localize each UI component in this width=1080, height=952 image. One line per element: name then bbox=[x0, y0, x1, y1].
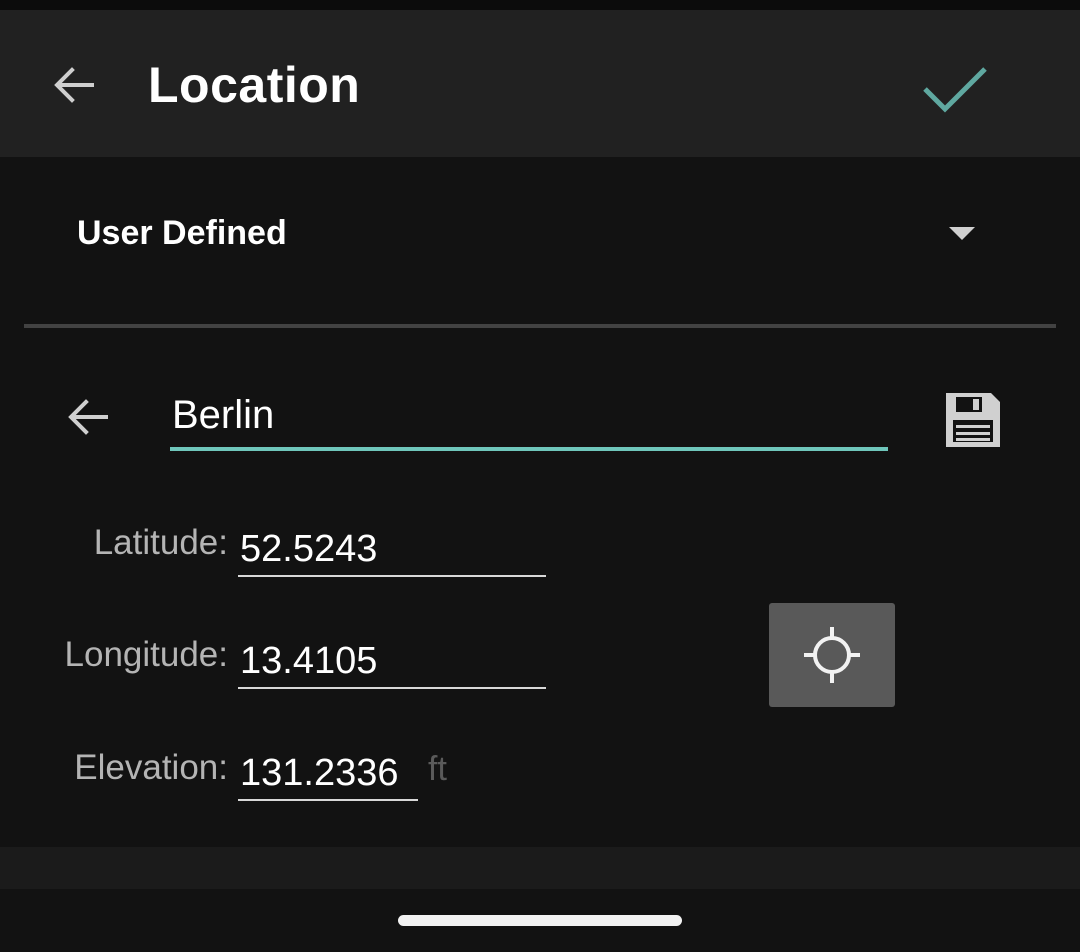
longitude-label: Longitude: bbox=[64, 635, 228, 674]
location-type-value: User Defined bbox=[77, 214, 287, 252]
checkmark-icon bbox=[923, 67, 987, 113]
page-title: Location bbox=[148, 57, 361, 113]
location-form: User Defined Berlin Latitude: 52.5243 Lo… bbox=[0, 157, 1080, 847]
crosshair-icon bbox=[804, 627, 860, 683]
floppy-disk-icon bbox=[946, 393, 1000, 447]
navigation-bar bbox=[0, 889, 1080, 952]
name-back-button[interactable] bbox=[60, 389, 116, 445]
gesture-handle[interactable] bbox=[398, 915, 682, 926]
elevation-unit: ft bbox=[428, 750, 447, 788]
location-type-dropdown[interactable]: User Defined bbox=[0, 157, 1080, 317]
location-name-input[interactable]: Berlin bbox=[170, 387, 888, 451]
location-name-row: Berlin bbox=[0, 377, 1080, 467]
use-current-location-button[interactable] bbox=[769, 603, 895, 707]
latitude-label: Latitude: bbox=[93, 523, 228, 562]
bottom-panel bbox=[0, 847, 1080, 889]
arrow-left-icon bbox=[68, 399, 108, 435]
dropdown-caret-icon bbox=[949, 227, 975, 240]
app-bar: Location bbox=[0, 10, 1080, 157]
elevation-input[interactable]: 131.2336 bbox=[238, 747, 418, 801]
longitude-input[interactable]: 13.4105 bbox=[238, 635, 546, 689]
divider bbox=[24, 324, 1056, 328]
status-bar bbox=[0, 0, 1080, 10]
elevation-label: Elevation: bbox=[74, 748, 228, 787]
save-location-button[interactable] bbox=[938, 383, 1008, 457]
arrow-left-icon bbox=[54, 67, 94, 103]
confirm-button[interactable] bbox=[918, 56, 992, 122]
back-button[interactable] bbox=[46, 57, 102, 113]
latitude-input[interactable]: 52.5243 bbox=[238, 523, 546, 577]
